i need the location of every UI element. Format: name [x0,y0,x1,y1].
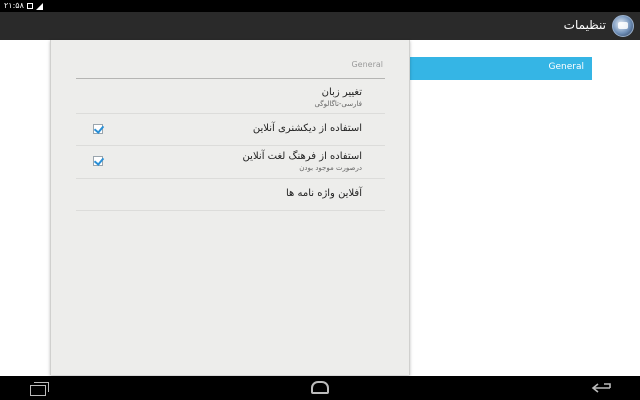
setting-online-dictionary[interactable]: استفاده از دیکشنری آنلاین [76,114,385,146]
selected-header-general[interactable]: General [408,57,592,80]
setting-title: آفلاین واژه نامه ها [285,188,362,199]
setting-summary: فارسی-تاگالوگی [314,100,362,108]
gallery-notification-icon [26,3,33,9]
setting-title: استفاده از فرهنگ لغت آنلاین [242,151,362,162]
header-label: General [548,62,584,72]
category-header: General [76,57,385,79]
page-title: تنظیمات [563,18,606,32]
home-icon[interactable] [311,381,329,394]
clock-text: ۲۱:۵۸ [4,1,24,10]
online-vocabulary-checkbox[interactable] [93,156,103,166]
setting-summary: درصورت موجود بودن [299,164,362,172]
setting-title: تغییر زبان [321,87,362,98]
online-dictionary-checkbox[interactable] [93,124,103,134]
recent-apps-icon[interactable] [30,382,49,396]
action-bar: تنظیمات [0,12,640,40]
navigation-bar [0,376,640,400]
signal-icon [35,2,43,10]
app-logo-icon[interactable] [612,15,634,37]
settings-pane: General تغییر زبان فارسی-تاگالوگی استفاد… [50,40,410,375]
setting-title: استفاده از دیکشنری آنلاین [252,123,362,134]
setting-change-language[interactable]: تغییر زبان فارسی-تاگالوگی [76,81,385,114]
setting-offline-dictionaries[interactable]: آفلاین واژه نامه ها [76,179,385,211]
setting-online-vocabulary[interactable]: استفاده از فرهنگ لغت آنلاین درصورت موجود… [76,146,385,179]
back-icon[interactable] [590,382,612,394]
category-label: General [351,60,383,69]
status-bar: ۲۱:۵۸ [0,0,640,12]
